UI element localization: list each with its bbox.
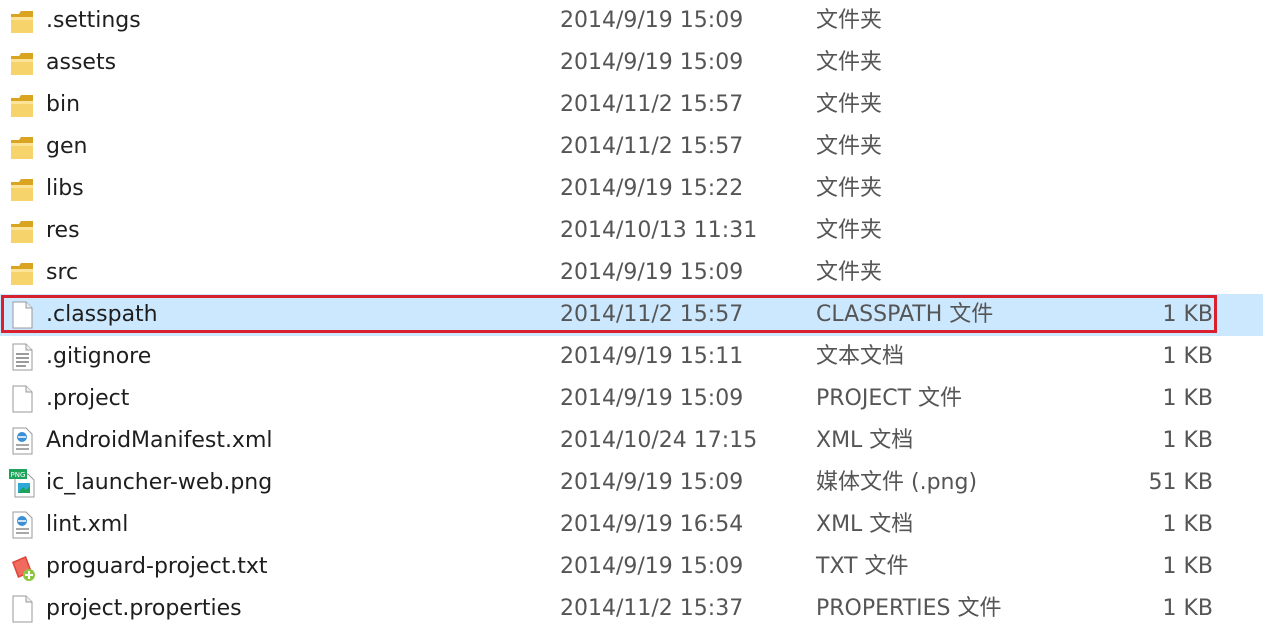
file-size: 1 KB — [1162, 554, 1213, 579]
file-date-modified: 2014/9/19 15:09 — [560, 8, 744, 33]
file-size: 1 KB — [1162, 344, 1213, 369]
file-size: 51 KB — [1148, 470, 1213, 495]
file-row[interactable]: libs 2014/9/19 15:22 文件夹 — [0, 168, 1263, 210]
file-date-modified: 2014/9/19 16:54 — [560, 512, 744, 537]
xml-file-icon — [8, 510, 36, 540]
file-date-modified: 2014/11/2 15:57 — [560, 92, 744, 117]
file-type: 文件夹 — [816, 134, 883, 159]
file-type: 文件夹 — [816, 176, 883, 201]
png-file-icon: PNG — [8, 468, 36, 498]
file-type: 媒体文件 (.png) — [816, 470, 978, 495]
file-name: libs — [46, 176, 84, 201]
file-date-modified: 2014/11/2 15:57 — [560, 302, 744, 327]
folder-icon — [8, 132, 36, 162]
file-name: .classpath — [46, 302, 158, 327]
file-row[interactable]: .classpath 2014/11/2 15:57 CLASSPATH 文件 1 K… — [0, 294, 1263, 336]
file-size: 1 KB — [1162, 596, 1213, 621]
xml-file-icon — [8, 426, 36, 456]
file-type: PROPERTIES 文件 — [816, 596, 1002, 621]
file-name: bin — [46, 92, 81, 117]
file-name: res — [46, 218, 80, 243]
file-size: 1 KB — [1162, 428, 1213, 453]
file-type: PROJECT 文件 — [816, 386, 963, 411]
file-row[interactable]: .settings 2014/9/19 15:09 文件夹 — [0, 0, 1263, 42]
file-date-modified: 2014/10/13 11:31 — [560, 218, 758, 243]
file-row[interactable]: src 2014/9/19 15:09 文件夹 — [0, 252, 1263, 294]
file-name: .settings — [46, 8, 141, 33]
folder-icon — [8, 258, 36, 288]
file-row[interactable]: res 2014/10/13 11:31 文件夹 — [0, 210, 1263, 252]
blank-file-icon — [8, 300, 36, 330]
file-date-modified: 2014/9/19 15:09 — [560, 554, 744, 579]
file-row[interactable]: project.properties 2014/11/2 15:37 PROPERT… — [0, 588, 1263, 630]
file-row[interactable]: proguard-project.txt 2014/9/19 15:09 TXT 文… — [0, 546, 1263, 588]
file-row[interactable]: bin 2014/11/2 15:57 文件夹 — [0, 84, 1263, 126]
file-row[interactable]: AndroidManifest.xml 2014/10/24 17:15 XML 文… — [0, 420, 1263, 462]
file-row[interactable]: .project 2014/9/19 15:09 PROJECT 文件 1 KB — [0, 378, 1263, 420]
file-date-modified: 2014/11/2 15:57 — [560, 134, 744, 159]
file-row[interactable]: lint.xml 2014/9/19 16:54 XML 文档 1 KB — [0, 504, 1263, 546]
file-date-modified: 2014/9/19 15:09 — [560, 50, 744, 75]
file-type: XML 文档 — [816, 512, 914, 537]
notepad-plus-file-icon — [8, 552, 36, 582]
file-date-modified: 2014/10/24 17:15 — [560, 428, 758, 453]
file-date-modified: 2014/11/2 15:37 — [560, 596, 744, 621]
file-size: 1 KB — [1162, 302, 1213, 327]
svg-text:PNG: PNG — [11, 471, 26, 479]
folder-icon — [8, 174, 36, 204]
file-name: ic_launcher-web.png — [46, 470, 273, 495]
file-name: .project — [46, 386, 130, 411]
file-size: 1 KB — [1162, 512, 1213, 537]
file-type: 文件夹 — [816, 218, 883, 243]
file-date-modified: 2014/9/19 15:09 — [560, 260, 744, 285]
file-type: CLASSPATH 文件 — [816, 302, 994, 327]
file-name: proguard-project.txt — [46, 554, 268, 579]
file-type: 文件夹 — [816, 8, 883, 33]
file-row[interactable]: PNG ic_launcher-web.png 2014/9/19 15:09 媒体文… — [0, 462, 1263, 504]
file-type: 文件夹 — [816, 50, 883, 75]
file-name: src — [46, 260, 79, 285]
folder-icon — [8, 216, 36, 246]
file-date-modified: 2014/9/19 15:09 — [560, 386, 744, 411]
file-type: XML 文档 — [816, 428, 914, 453]
file-name: assets — [46, 50, 117, 75]
folder-icon — [8, 48, 36, 78]
file-date-modified: 2014/9/19 15:22 — [560, 176, 744, 201]
file-size: 1 KB — [1162, 386, 1213, 411]
file-name: .gitignore — [46, 344, 152, 369]
file-type: 文件夹 — [816, 260, 883, 285]
text-file-icon — [8, 342, 36, 372]
file-type: 文件夹 — [816, 92, 883, 117]
file-name: AndroidManifest.xml — [46, 428, 273, 453]
file-row[interactable]: .gitignore 2014/9/19 15:11 文本文档 1 KB — [0, 336, 1263, 378]
blank-file-icon — [8, 384, 36, 414]
file-type: TXT 文件 — [816, 554, 909, 579]
file-row[interactable]: gen 2014/11/2 15:57 文件夹 — [0, 126, 1263, 168]
blank-file-icon — [8, 594, 36, 624]
file-date-modified: 2014/9/19 15:09 — [560, 470, 744, 495]
folder-icon — [8, 90, 36, 120]
file-name: gen — [46, 134, 88, 159]
file-type: 文本文档 — [816, 344, 905, 369]
file-name: project.properties — [46, 596, 242, 621]
file-name: lint.xml — [46, 512, 129, 537]
file-date-modified: 2014/9/19 15:11 — [560, 344, 744, 369]
folder-icon — [8, 6, 36, 36]
file-row[interactable]: assets 2014/9/19 15:09 文件夹 — [0, 42, 1263, 84]
